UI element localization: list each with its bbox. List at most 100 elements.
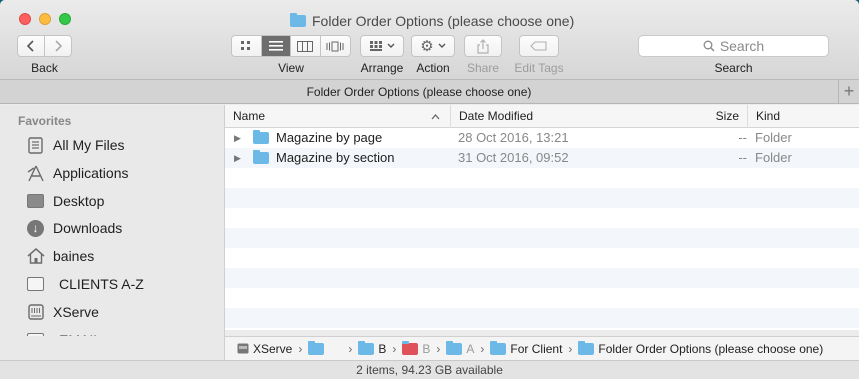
downloads-icon: ↓	[26, 219, 45, 237]
cover-flow-button[interactable]	[321, 36, 350, 56]
edit-tags-button[interactable]	[519, 35, 559, 57]
path-bar: XServe › › B › B › A › For Client › Fold…	[225, 336, 859, 360]
column-view-button[interactable]	[291, 36, 321, 56]
sidebar-item-downloads[interactable]: ↓ Downloads	[26, 217, 122, 239]
sidebar-item-clients-a-z[interactable]: CLIENTS A-Z	[26, 273, 144, 295]
red-folder-icon	[402, 340, 419, 355]
gear-icon: ⚙	[420, 38, 434, 55]
folder-icon	[578, 340, 595, 355]
disclosure-triangle-icon[interactable]: ▶	[234, 128, 241, 148]
back-button[interactable]	[18, 36, 45, 56]
sidebar-item-baines[interactable]: baines	[26, 245, 94, 267]
chevron-left-icon	[26, 40, 34, 52]
applications-icon	[26, 165, 45, 182]
row-size: --	[738, 130, 747, 145]
column-header-name[interactable]: Name	[225, 105, 450, 128]
sidebar-item-label: baines	[53, 248, 95, 264]
all-my-files-icon	[26, 136, 45, 154]
path-segment-b[interactable]: B	[358, 340, 386, 356]
cover-flow-icon	[326, 41, 344, 51]
view-segmented-control	[231, 35, 351, 57]
close-window-button[interactable]	[19, 13, 31, 25]
row-name: Magazine by page	[276, 130, 383, 145]
back-label: Back	[31, 61, 58, 75]
sidebar-item-label: Applications	[53, 165, 129, 181]
icon-view-icon	[241, 41, 251, 50]
edit-tags-label: Edit Tags	[514, 61, 564, 75]
chevron-right-icon: ›	[392, 341, 397, 356]
file-list: Name Date Modified Size Kind ▶ Magazine …	[225, 105, 859, 330]
sidebar-item-label: CLIENTS A-Z	[59, 276, 144, 292]
row-kind: Folder	[755, 150, 792, 165]
server-icon	[26, 304, 45, 321]
path-segment-b-red[interactable]: B	[402, 340, 430, 356]
tab-bar: Folder Order Options (please choose one)…	[0, 80, 859, 104]
empty-row	[225, 308, 859, 328]
server-icon	[237, 343, 249, 354]
arrange-button[interactable]	[360, 35, 404, 57]
tab-title[interactable]: Folder Order Options (please choose one)	[0, 80, 838, 104]
disclosure-triangle-icon[interactable]: ▶	[234, 148, 241, 168]
home-icon	[26, 248, 45, 265]
sidebar-item-label: XServe	[53, 304, 99, 320]
chevron-down-icon	[438, 43, 446, 48]
share-label: Share	[466, 61, 500, 75]
list-rows: ▶ Magazine by page 28 Oct 2016, 13:21 --…	[225, 128, 859, 328]
path-segment-current[interactable]: Folder Order Options (please choose one)	[578, 340, 823, 356]
sidebar-item-all-my-files[interactable]: All My Files	[26, 134, 125, 156]
folder-icon	[26, 276, 45, 293]
row-date: 31 Oct 2016, 09:52	[458, 150, 569, 165]
empty-row	[225, 268, 859, 288]
toolbar: Folder Order Options (please choose one)…	[0, 0, 859, 80]
sidebar-item-label: All My Files	[53, 137, 125, 153]
path-segment-for-client[interactable]: For Client	[490, 340, 562, 356]
arrange-icon	[370, 41, 382, 51]
row-kind: Folder	[755, 130, 792, 145]
back-forward-control	[17, 35, 72, 57]
empty-row	[225, 188, 859, 208]
table-row[interactable]: ▶ Magazine by page 28 Oct 2016, 13:21 --…	[225, 128, 859, 148]
chevron-right-icon: ›	[568, 341, 573, 356]
arrange-label: Arrange	[360, 61, 404, 75]
column-header-kind[interactable]: Kind	[747, 105, 859, 128]
share-button[interactable]	[464, 35, 502, 57]
folder-icon	[490, 340, 507, 355]
row-name: Magazine by section	[276, 150, 395, 165]
sidebar-item-label: Downloads	[53, 220, 123, 236]
icon-view-button[interactable]	[232, 36, 262, 56]
action-button[interactable]: ⚙	[411, 35, 455, 57]
sidebar-item-desktop[interactable]: Desktop	[26, 190, 104, 212]
maximize-window-button[interactable]	[59, 13, 71, 25]
column-header-size[interactable]: Size	[700, 105, 747, 128]
path-segment-folder[interactable]	[308, 340, 342, 355]
empty-row	[225, 228, 859, 248]
folder-icon	[358, 340, 375, 355]
action-label: Action	[416, 61, 450, 75]
search-input[interactable]: Search	[638, 35, 829, 57]
row-date: 28 Oct 2016, 13:21	[458, 130, 569, 145]
path-segment-a[interactable]: A	[446, 340, 474, 356]
column-header-date-modified[interactable]: Date Modified	[450, 105, 700, 128]
window-title: Folder Order Options (please choose one)	[290, 12, 574, 30]
column-header-row: Name Date Modified Size Kind	[225, 105, 859, 128]
sidebar: Favorites All My Files Applications Desk…	[0, 105, 225, 360]
sidebar-item-xserve[interactable]: XServe	[26, 301, 99, 323]
folder-icon	[290, 13, 306, 27]
chevron-right-icon: ›	[436, 341, 441, 356]
folder-icon	[253, 150, 269, 164]
chevron-right-icon: ›	[298, 341, 303, 356]
list-view-button[interactable]	[261, 36, 291, 56]
path-segment-xserve[interactable]: XServe	[237, 342, 292, 356]
chevron-down-icon	[387, 43, 395, 48]
forward-button[interactable]	[45, 36, 71, 56]
sidebar-item-applications[interactable]: Applications	[26, 162, 129, 184]
empty-row	[225, 168, 859, 188]
sidebar-item-label: Desktop	[53, 193, 105, 209]
sidebar-heading: Favorites	[18, 114, 72, 128]
table-row[interactable]: ▶ Magazine by section 31 Oct 2016, 09:52…	[225, 148, 859, 168]
window-title-text: Folder Order Options (please choose one)	[312, 13, 575, 29]
minimize-window-button[interactable]	[39, 13, 51, 25]
search-placeholder: Search	[719, 38, 765, 54]
new-tab-button[interactable]: +	[838, 80, 859, 104]
folder-icon	[446, 340, 463, 355]
